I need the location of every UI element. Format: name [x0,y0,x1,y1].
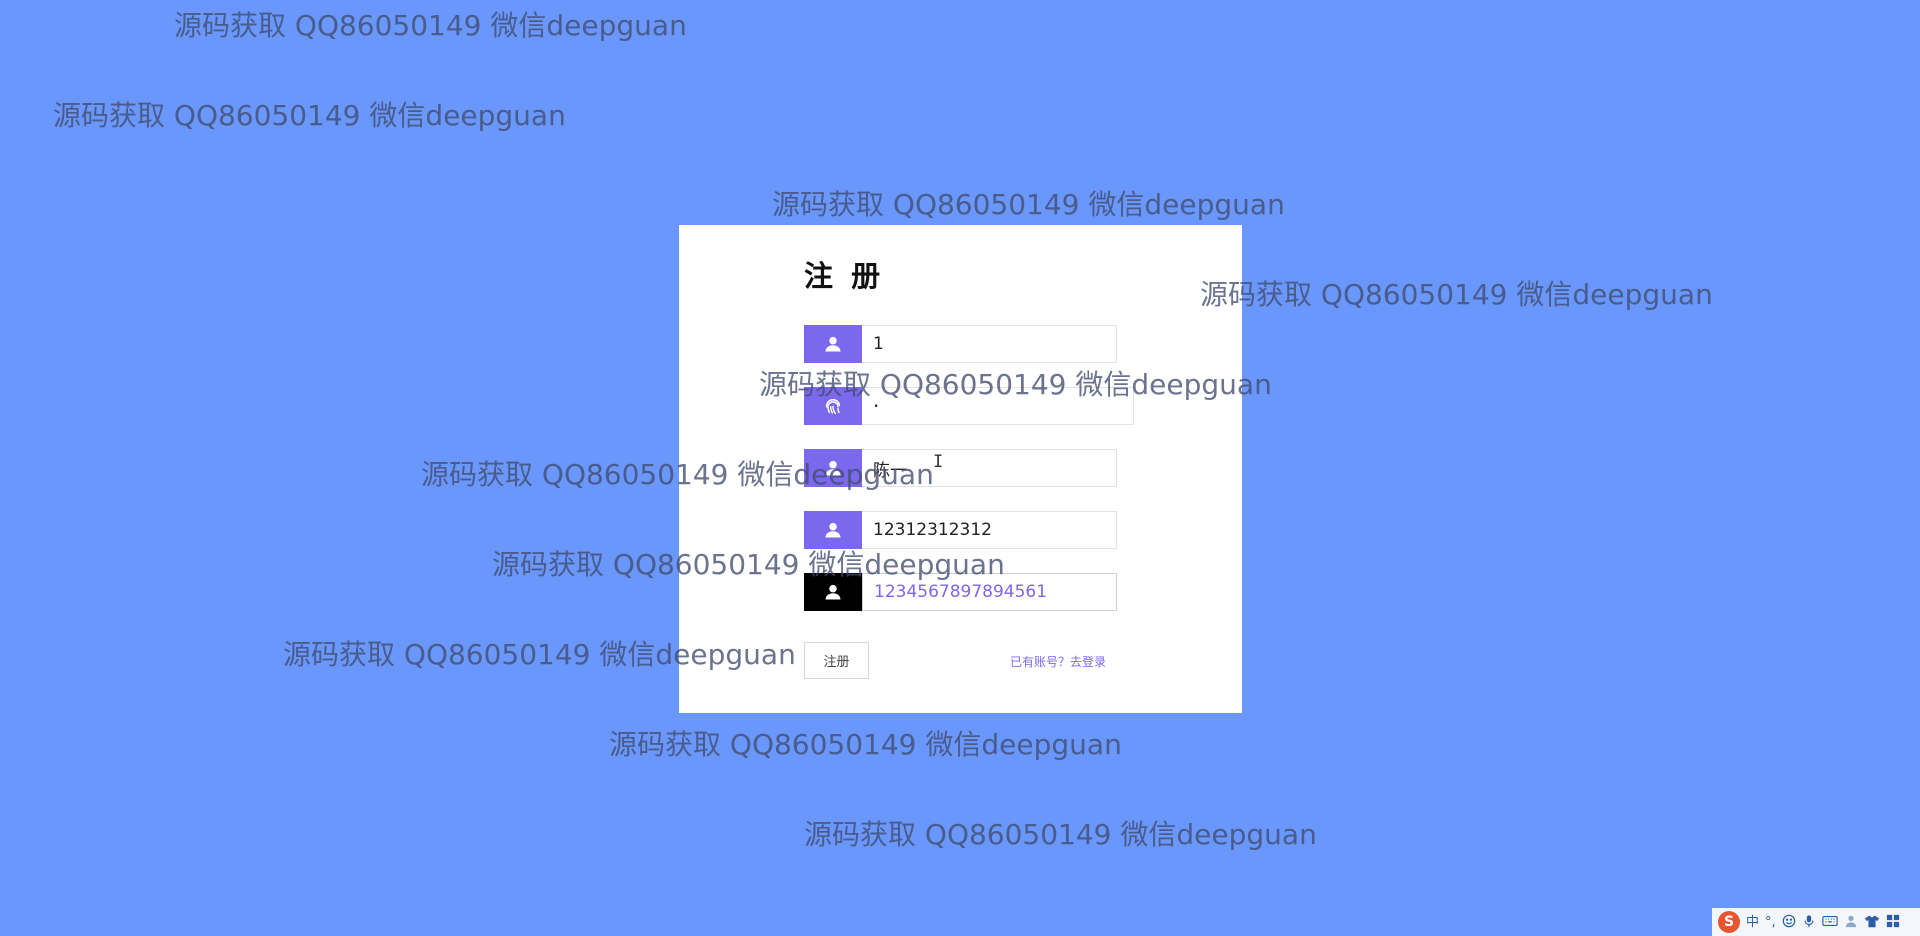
username-input[interactable] [862,325,1117,363]
ime-logo-icon[interactable]: S [1718,911,1740,933]
name-field-row [804,449,1117,487]
user-icon [804,573,862,611]
emoji-icon[interactable] [1782,914,1796,931]
phone-input[interactable] [862,511,1117,549]
go-login-link[interactable]: 已有账号？去登录 [1010,653,1106,670]
grid-icon[interactable] [1886,914,1900,931]
user-icon [804,325,862,363]
page-title: 注 册 [804,259,885,293]
shirt-icon[interactable] [1864,914,1880,931]
ime-mode-toggle[interactable]: 中 [1746,916,1759,929]
id-number-input[interactable] [862,573,1117,611]
password-input[interactable] [862,387,1134,425]
fingerprint-icon [804,387,862,425]
watermark-text: 源码获取 QQ86050149 微信deepguan [174,9,687,42]
watermark-text: 源码获取 QQ86050149 微信deepguan [804,818,1317,851]
register-card: 注 册 1 · 陈一 12312312312 1234567897894561 … [679,225,1242,713]
user-icon [804,511,862,549]
watermark-text: 源码获取 QQ86050149 微信deepguan [609,728,1122,761]
password-field-row [804,387,1134,425]
user-icon [804,449,862,487]
text-cursor-icon: I [933,452,944,472]
watermark-text: 源码获取 QQ86050149 微信deepguan [1200,278,1713,311]
keyboard-icon[interactable] [1821,914,1838,931]
username-field-row [804,325,1117,363]
register-button[interactable]: 注册 [804,642,869,679]
watermark-text: 源码获取 QQ86050149 微信deepguan [772,188,1285,221]
microphone-icon[interactable] [1802,914,1816,931]
ime-toolbar: S 中 °, [1712,908,1920,936]
name-input[interactable] [862,449,1117,487]
watermark-text: 源码获取 QQ86050149 微信deepguan [53,99,566,132]
id-number-field-row [804,573,1117,611]
user-icon[interactable] [1844,914,1858,931]
phone-field-row [804,511,1117,549]
punctuation-toggle[interactable]: °, [1765,916,1776,929]
